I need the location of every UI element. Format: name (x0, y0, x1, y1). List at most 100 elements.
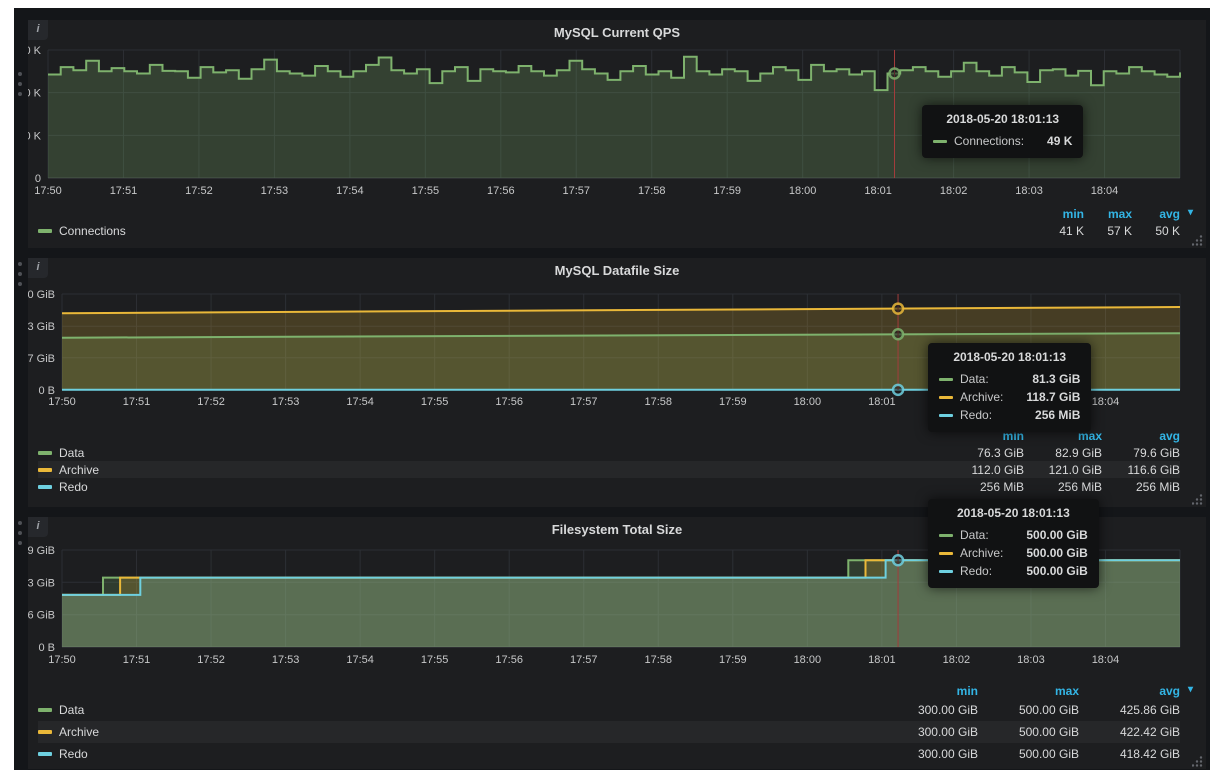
tooltip-series-name: Redo: (960, 562, 992, 580)
series-color-chip (38, 229, 52, 233)
stat-avg: 50 K (1132, 224, 1180, 238)
series-color-chip (939, 378, 953, 381)
panel-info-corner[interactable]: i (28, 20, 48, 40)
stat-max: 500.00 GiB (978, 725, 1079, 739)
panel-drag-handle-icon[interactable] (18, 521, 22, 551)
legend-sort-avg[interactable]: avg▾ (1132, 207, 1180, 221)
series-name: Redo (59, 747, 88, 761)
legend-sort-max[interactable]: max (978, 684, 1079, 698)
svg-text:17:52: 17:52 (197, 654, 225, 666)
svg-text:17:57: 17:57 (570, 396, 598, 408)
tooltip-row: Data: 81.3 GiB (939, 370, 1080, 388)
graph-tooltip: 2018-05-20 18:01:13 Data: 500.00 GiB Arc… (928, 499, 1099, 588)
stat-max: 82.9 GiB (1024, 446, 1102, 460)
tooltip-series-name: Archive: (960, 544, 1003, 562)
tooltip-row: Archive: 118.7 GiB (939, 388, 1080, 406)
svg-text:17:56: 17:56 (487, 185, 515, 197)
svg-text:17:56: 17:56 (495, 396, 523, 408)
series-color-chip (939, 570, 953, 573)
tooltip-series-value: 500.00 GiB (1010, 544, 1087, 562)
sort-caret-icon[interactable]: ▾ (1188, 207, 1193, 218)
legend-series-toggle[interactable]: Connections (38, 224, 126, 238)
svg-text:17:53: 17:53 (261, 185, 289, 197)
svg-text:18:01: 18:01 (864, 185, 892, 197)
series-color-chip (939, 414, 953, 417)
legend-sort-avg[interactable]: avg (1102, 429, 1180, 443)
tooltip-series-name: Redo: (960, 406, 992, 424)
svg-text:18:01: 18:01 (868, 396, 896, 408)
tooltip-series-name: Connections: (954, 132, 1024, 150)
stat-avg: 116.6 GiB (1102, 463, 1180, 477)
legend-series-toggle[interactable]: Data (38, 446, 84, 460)
legend-row-archive: Archive 300.00 GiB 500.00 GiB 422.42 GiB (38, 721, 1180, 743)
svg-text:17:58: 17:58 (645, 396, 673, 408)
svg-text:47 GiB: 47 GiB (28, 353, 55, 365)
stat-min: 300.00 GiB (877, 747, 978, 761)
panel-resize-grip[interactable] (1192, 756, 1203, 767)
series-color-chip (939, 396, 953, 399)
svg-text:17:55: 17:55 (421, 654, 449, 666)
svg-text:373 GiB: 373 GiB (28, 577, 55, 589)
svg-text:0 B: 0 B (38, 642, 55, 654)
svg-text:20 K: 20 K (28, 130, 42, 142)
series-color-chip (38, 451, 52, 455)
tooltip-series-value: 500.00 GiB (1010, 562, 1087, 580)
legend-sort-min[interactable]: min (877, 684, 978, 698)
svg-text:17:50: 17:50 (34, 185, 62, 197)
series-color-chip (38, 708, 52, 712)
series-name: Redo (59, 480, 88, 494)
panel-header: MySQL Current QPS (28, 20, 1206, 46)
series-color-chip (38, 752, 52, 756)
stat-avg: 422.42 GiB (1079, 725, 1180, 739)
svg-text:18:02: 18:02 (943, 654, 971, 666)
legend-series-toggle[interactable]: Redo (38, 747, 88, 761)
panel-title[interactable]: MySQL Datafile Size (555, 258, 680, 284)
panel-info-corner[interactable]: i (28, 517, 48, 537)
panel-title[interactable]: Filesystem Total Size (552, 517, 683, 543)
panel-resize-grip[interactable] (1192, 494, 1203, 505)
panel-drag-handle-icon[interactable] (18, 262, 22, 292)
svg-text:17:59: 17:59 (719, 396, 747, 408)
panel-resize-grip[interactable] (1192, 235, 1203, 246)
legend-series-toggle[interactable]: Data (38, 703, 84, 717)
svg-text:17:51: 17:51 (110, 185, 138, 197)
legend-table: min max avg▾ Connections 41 K 57 K 50 K (38, 206, 1180, 239)
svg-text:140 GiB: 140 GiB (28, 289, 55, 301)
series-name: Data (59, 446, 84, 460)
svg-text:17:51: 17:51 (123, 396, 151, 408)
legend-row-redo: Redo 300.00 GiB 500.00 GiB 418.42 GiB (38, 743, 1180, 765)
series-color-chip (38, 730, 52, 734)
svg-text:17:51: 17:51 (123, 654, 151, 666)
panel-drag-handle-icon[interactable] (18, 72, 22, 102)
legend-series-toggle[interactable]: Archive (38, 463, 99, 477)
svg-text:17:54: 17:54 (346, 654, 374, 666)
legend-sort-avg[interactable]: avg▾ (1079, 684, 1180, 698)
legend-series-toggle[interactable]: Archive (38, 725, 99, 739)
svg-text:18:00: 18:00 (794, 396, 822, 408)
tooltip-row: Redo: 500.00 GiB (939, 562, 1088, 580)
legend-series-toggle[interactable]: Redo (38, 480, 88, 494)
panel-info-corner[interactable]: i (28, 258, 48, 278)
series-color-chip (939, 552, 953, 555)
svg-text:17:50: 17:50 (48, 654, 76, 666)
panel-title[interactable]: MySQL Current QPS (554, 20, 680, 46)
legend-stats-header: min max avg▾ (38, 683, 1180, 699)
tooltip-timestamp: 2018-05-20 18:01:13 (939, 350, 1080, 364)
svg-text:40 K: 40 K (28, 88, 42, 100)
legend-row-archive: Archive 112.0 GiB 121.0 GiB 116.6 GiB (38, 461, 1180, 478)
svg-text:559 GiB: 559 GiB (28, 545, 55, 557)
svg-text:17:52: 17:52 (197, 396, 225, 408)
legend-sort-min[interactable]: min (1036, 207, 1084, 221)
stat-avg: 418.42 GiB (1079, 747, 1180, 761)
sort-caret-icon[interactable]: ▾ (1188, 684, 1193, 695)
svg-text:17:54: 17:54 (346, 396, 374, 408)
tooltip-series-value: 256 MiB (1019, 406, 1080, 424)
svg-text:17:57: 17:57 (563, 185, 591, 197)
stat-min: 300.00 GiB (877, 703, 978, 717)
svg-text:17:52: 17:52 (185, 185, 213, 197)
tooltip-series-value: 81.3 GiB (1016, 370, 1080, 388)
tooltip-row: Connections: 49 K (933, 132, 1072, 150)
legend-sort-max[interactable]: max (1084, 207, 1132, 221)
tooltip-timestamp: 2018-05-20 18:01:13 (939, 506, 1088, 520)
svg-text:186 GiB: 186 GiB (28, 610, 55, 622)
